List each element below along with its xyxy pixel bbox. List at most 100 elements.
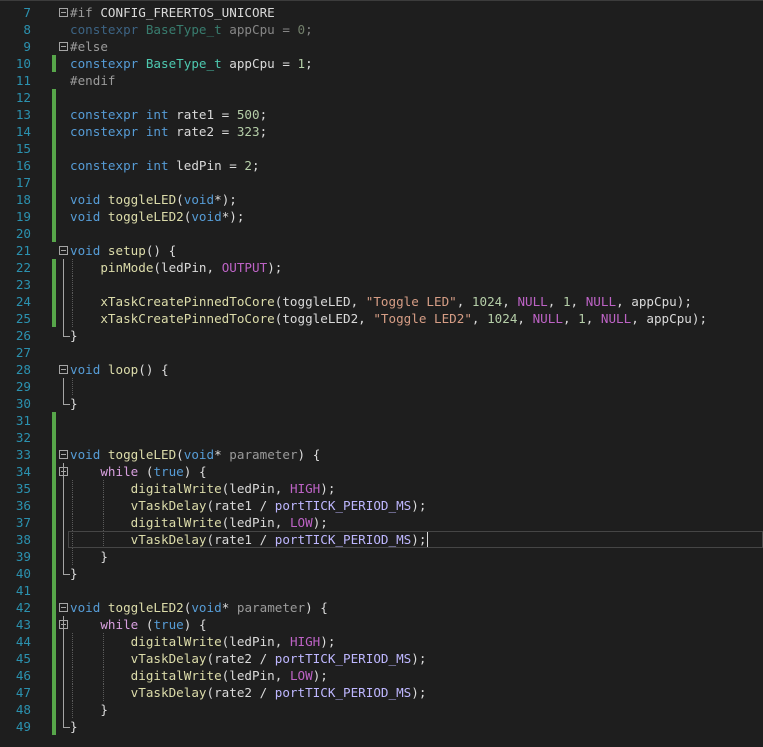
collapse-minus-icon[interactable] xyxy=(59,620,68,629)
code-line[interactable]: 49} xyxy=(0,718,763,735)
code-text[interactable]: constexpr BaseType_t appCpu = 0; xyxy=(70,21,313,38)
code-line[interactable]: 30} xyxy=(0,395,763,412)
line-number: 7 xyxy=(23,5,31,20)
code-line[interactable]: 42 void toggleLED2(void* parameter) { xyxy=(0,599,763,616)
code-line[interactable]: 36 vTaskDelay(rate1 / portTICK_PERIOD_MS… xyxy=(0,497,763,514)
code-line[interactable]: 23 xyxy=(0,276,763,293)
code-line[interactable]: 45 vTaskDelay(rate2 / portTICK_PERIOD_MS… xyxy=(0,650,763,667)
code-line[interactable]: 9 #else xyxy=(0,38,763,55)
line-number: 25 xyxy=(15,311,31,326)
code-line[interactable]: 38 vTaskDelay(rate1 / portTICK_PERIOD_MS… xyxy=(0,531,763,548)
code-line[interactable]: 21 void setup() { xyxy=(0,242,763,259)
code-line[interactable]: 33 void toggleLED(void* parameter) { xyxy=(0,446,763,463)
code-text[interactable]: constexpr int ledPin = 2; xyxy=(70,157,260,174)
code-line[interactable]: 37 digitalWrite(ledPin, LOW); xyxy=(0,514,763,531)
code-text[interactable]: vTaskDelay(rate1 / portTICK_PERIOD_MS); xyxy=(70,531,427,548)
code-editor[interactable]: 7 #if CONFIG_FREERTOS_UNICORE 8 constexpr B… xyxy=(0,0,763,747)
code-line[interactable]: 24 xTaskCreatePinnedToCore(toggleLED, "T… xyxy=(0,293,763,310)
code-line[interactable]: 40} xyxy=(0,565,763,582)
code-text[interactable]: digitalWrite(ledPin, HIGH); xyxy=(70,633,336,650)
code-line[interactable]: 13 constexpr int rate1 = 500; xyxy=(0,106,763,123)
code-line[interactable]: 27 xyxy=(0,344,763,361)
code-line[interactable]: 46 digitalWrite(ledPin, LOW); xyxy=(0,667,763,684)
code-text[interactable]: void loop() { xyxy=(70,361,169,378)
code-text[interactable]: void toggleLED(void* parameter) { xyxy=(70,446,320,463)
code-token: = xyxy=(229,158,245,173)
code-line[interactable]: 14 constexpr int rate2 = 323; xyxy=(0,123,763,140)
code-text[interactable]: void setup() { xyxy=(70,242,176,259)
code-line[interactable]: 11 #endif xyxy=(0,72,763,89)
code-text[interactable]: digitalWrite(ledPin, LOW); xyxy=(70,514,328,531)
code-text[interactable]: #endif xyxy=(70,72,116,89)
code-text[interactable]: void toggleLED2(void*); xyxy=(70,208,244,225)
code-text[interactable]: constexpr int rate2 = 323; xyxy=(70,123,267,140)
code-line[interactable]: 41 xyxy=(0,582,763,599)
code-text[interactable]: while (true) { xyxy=(70,463,206,480)
code-token: ); xyxy=(320,634,336,649)
code-text[interactable]: constexpr int rate1 = 500; xyxy=(70,106,267,123)
code-text[interactable]: void toggleLED(void*); xyxy=(70,191,237,208)
change-marker xyxy=(52,191,56,208)
collapse-minus-icon[interactable] xyxy=(59,467,68,476)
code-line[interactable]: 22 pinMode(ledPin, OUTPUT); xyxy=(0,259,763,276)
code-text[interactable]: } xyxy=(70,701,108,718)
code-text[interactable]: } xyxy=(70,565,78,582)
code-line[interactable]: 19 void toggleLED2(void*); xyxy=(0,208,763,225)
code-text[interactable]: void toggleLED2(void* parameter) { xyxy=(70,599,328,616)
collapse-minus-icon[interactable] xyxy=(59,365,68,374)
code-line[interactable]: 39 } xyxy=(0,548,763,565)
change-marker xyxy=(52,276,56,293)
code-token: constexpr xyxy=(70,124,146,139)
code-line[interactable]: 31 xyxy=(0,412,763,429)
code-text[interactable]: vTaskDelay(rate1 / portTICK_PERIOD_MS); xyxy=(70,497,427,514)
code-text[interactable]: #else xyxy=(70,38,108,55)
code-text[interactable]: while (true) { xyxy=(70,616,206,633)
code-token: } xyxy=(70,702,108,717)
code-text[interactable]: digitalWrite(ledPin, HIGH); xyxy=(70,480,336,497)
code-line[interactable]: 34 while (true) { xyxy=(0,463,763,480)
code-line[interactable]: 48 } xyxy=(0,701,763,718)
code-text[interactable]: } xyxy=(70,327,78,344)
code-text[interactable]: } xyxy=(70,395,78,412)
code-line[interactable]: 29 xyxy=(0,378,763,395)
code-text[interactable]: vTaskDelay(rate2 / portTICK_PERIOD_MS); xyxy=(70,684,427,701)
code-line[interactable]: 28 void loop() { xyxy=(0,361,763,378)
code-line[interactable]: 17 xyxy=(0,174,763,191)
code-token: loop xyxy=(107,362,139,377)
code-text[interactable]: } xyxy=(70,718,78,735)
code-line[interactable]: 16 constexpr int ledPin = 2; xyxy=(0,157,763,174)
code-line[interactable]: 12 xyxy=(0,89,763,106)
code-line[interactable]: 47 vTaskDelay(rate2 / portTICK_PERIOD_MS… xyxy=(0,684,763,701)
code-text[interactable]: xTaskCreatePinnedToCore(toggleLED, "Togg… xyxy=(70,293,692,310)
code-text[interactable]: constexpr BaseType_t appCpu = 1; xyxy=(70,55,313,72)
code-line[interactable]: 8 constexpr BaseType_t appCpu = 0; xyxy=(0,21,763,38)
code-line[interactable]: 25 xTaskCreatePinnedToCore(toggleLED2, "… xyxy=(0,310,763,327)
code-token: 0 xyxy=(297,22,306,37)
collapse-minus-icon[interactable] xyxy=(59,450,68,459)
code-text[interactable]: vTaskDelay(rate2 / portTICK_PERIOD_MS); xyxy=(70,650,427,667)
code-line[interactable]: 15 xyxy=(0,140,763,157)
code-line[interactable]: 20 xyxy=(0,225,763,242)
code-line[interactable]: 7 #if CONFIG_FREERTOS_UNICORE xyxy=(0,4,763,21)
code-token: appCpu xyxy=(646,311,692,326)
line-number: 16 xyxy=(15,158,31,173)
code-line[interactable]: 43 while (true) { xyxy=(0,616,763,633)
code-line[interactable]: 10 constexpr BaseType_t appCpu = 1; xyxy=(0,55,763,72)
code-text[interactable]: digitalWrite(ledPin, LOW); xyxy=(70,667,328,684)
code-text[interactable]: xTaskCreatePinnedToCore(toggleLED2, "Tog… xyxy=(70,310,707,327)
code-token: ( xyxy=(153,260,162,275)
code-token: , xyxy=(350,294,366,309)
code-text[interactable]: } xyxy=(70,548,108,565)
code-text[interactable]: #if CONFIG_FREERTOS_UNICORE xyxy=(70,4,275,21)
collapse-minus-icon[interactable] xyxy=(59,42,68,51)
scope-bracket xyxy=(63,701,64,718)
collapse-minus-icon[interactable] xyxy=(59,603,68,612)
code-line[interactable]: 32 xyxy=(0,429,763,446)
code-line[interactable]: 35 digitalWrite(ledPin, HIGH); xyxy=(0,480,763,497)
code-line[interactable]: 18 void toggleLED(void*); xyxy=(0,191,763,208)
collapse-minus-icon[interactable] xyxy=(59,8,68,17)
collapse-minus-icon[interactable] xyxy=(59,246,68,255)
code-line[interactable]: 44 digitalWrite(ledPin, HIGH); xyxy=(0,633,763,650)
code-line[interactable]: 26} xyxy=(0,327,763,344)
code-text[interactable]: pinMode(ledPin, OUTPUT); xyxy=(70,259,282,276)
